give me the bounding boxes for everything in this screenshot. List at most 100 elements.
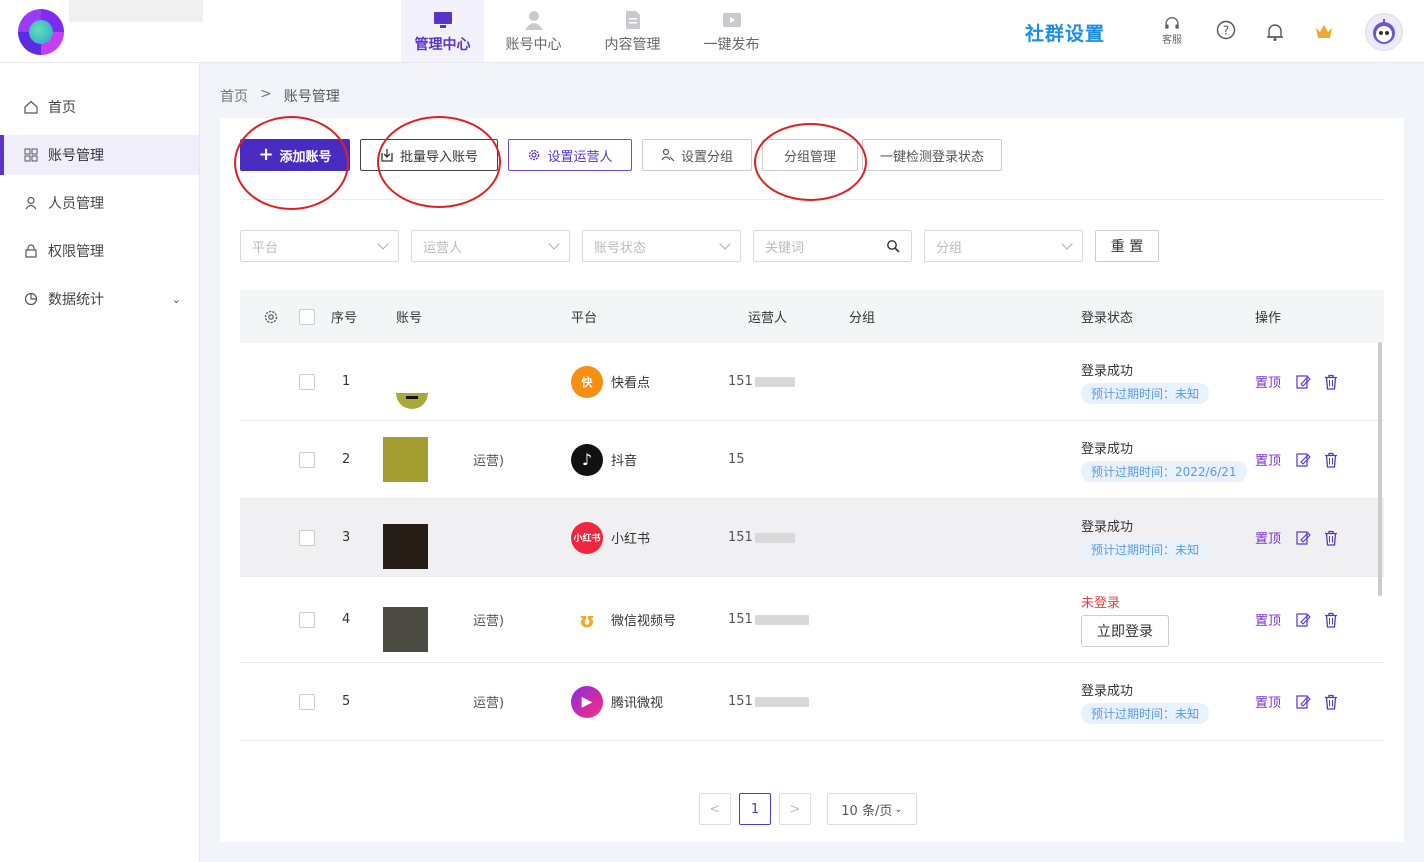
- header-login-status: 登录状态: [1081, 311, 1134, 326]
- row-checkbox[interactable]: [299, 529, 315, 546]
- bulk-import-button[interactable]: 批量导入账号: [360, 139, 498, 171]
- row-checkbox[interactable]: [299, 373, 315, 390]
- delete-icon[interactable]: [1323, 694, 1339, 710]
- login-now-button[interactable]: 立即登录: [1081, 615, 1169, 647]
- sidebar-item-home[interactable]: 首页: [0, 87, 199, 127]
- accounts-table: 序号 账号 平台 运营人 分组 登录状态 操作 1 快 快看点 151 登录成功: [240, 290, 1384, 741]
- operator-value: 151: [728, 612, 753, 627]
- row-index: 2: [342, 452, 351, 467]
- delete-icon[interactable]: [1323, 530, 1339, 546]
- operator-value: 15: [728, 452, 745, 467]
- help-button[interactable]: ?: [1214, 20, 1238, 50]
- header-actions: 操作: [1255, 311, 1282, 326]
- breadcrumb-home[interactable]: 首页: [220, 86, 248, 106]
- operator-cell: 151: [728, 663, 809, 740]
- table-row: 3 小红书 小红书 151 登录成功 预计过期时间：未知 置顶: [240, 499, 1384, 577]
- table-row: 1 快 快看点 151 登录成功 预计过期时间：未知 置顶: [240, 343, 1384, 421]
- account-status-placeholder: 账号状态: [594, 240, 647, 256]
- expire-badge: 预计过期时间：未知: [1081, 702, 1210, 724]
- sidebar-item-staff-management[interactable]: 人员管理: [0, 183, 199, 223]
- search-icon[interactable]: [886, 239, 900, 253]
- page-size-select[interactable]: 10 条/页 ⌄: [827, 793, 917, 825]
- sidebar-item-label: 首页: [48, 100, 76, 116]
- xiaohongshu-icon: 小红书: [571, 521, 603, 554]
- account-status-select[interactable]: 账号状态: [582, 230, 741, 262]
- operator-cell: 151: [728, 343, 795, 420]
- operator-select[interactable]: 运营人: [411, 230, 570, 262]
- table-scrollbar[interactable]: [1378, 342, 1382, 596]
- customer-service[interactable]: 客服: [1160, 16, 1184, 46]
- row-index: 3: [342, 530, 351, 545]
- nav-account-center[interactable]: 账号中心: [484, 0, 583, 62]
- video-icon: [722, 13, 741, 27]
- row-checkbox[interactable]: [299, 451, 315, 468]
- operator-cell: 151: [728, 577, 809, 662]
- plus-icon: +: [258, 144, 274, 165]
- delete-icon[interactable]: [1323, 374, 1339, 390]
- row-checkbox[interactable]: [299, 611, 315, 628]
- import-icon: [381, 149, 393, 162]
- pin-top-link[interactable]: 置顶: [1255, 528, 1281, 547]
- account-avatar: [383, 437, 428, 482]
- pin-top-link[interactable]: 置顶: [1255, 450, 1281, 469]
- nav-one-click-publish[interactable]: 一键发布: [682, 0, 781, 62]
- account-avatar: [396, 392, 428, 409]
- nav-label: 管理中心: [414, 37, 471, 53]
- pin-top-link[interactable]: 置顶: [1255, 372, 1281, 391]
- check-login-status-button[interactable]: 一键检测登录状态: [862, 139, 1002, 171]
- next-page-button[interactable]: >: [779, 793, 811, 825]
- set-group-button[interactable]: 设置分组: [642, 139, 752, 171]
- reset-button[interactable]: 重 置: [1095, 230, 1159, 262]
- douyin-icon: ♪: [571, 443, 603, 476]
- filter-bar: 平台 运营人 账号状态 关键词 分组 重 置: [240, 230, 1159, 262]
- row-index: 5: [342, 694, 351, 709]
- delete-icon[interactable]: [1323, 612, 1339, 628]
- edit-icon[interactable]: [1295, 452, 1311, 468]
- edit-icon[interactable]: [1295, 612, 1311, 628]
- chart-icon: [24, 292, 38, 306]
- table-row: 5 运营) ▶ 腾讯微视 151 登录成功 预计过期时间：未知 置顶: [240, 663, 1384, 741]
- edit-icon[interactable]: [1295, 530, 1311, 546]
- sidebar-item-data-statistics[interactable]: 数据统计 ⌄: [0, 279, 199, 319]
- sidebar-item-permission-management[interactable]: 权限管理: [0, 231, 199, 271]
- group-manage-button[interactable]: 分组管理: [762, 139, 858, 171]
- notifications-button[interactable]: [1263, 22, 1287, 52]
- row-checkbox[interactable]: [299, 693, 315, 710]
- platform-placeholder: 平台: [252, 240, 279, 256]
- login-status: 登录成功: [1081, 363, 1134, 379]
- table-row: 2 运营) ♪ 抖音 15 登录成功 预计过期时间：2022/6/21 置顶: [240, 421, 1384, 499]
- delete-icon[interactable]: [1323, 452, 1339, 468]
- prev-page-button[interactable]: <: [699, 793, 731, 825]
- nav-management-center[interactable]: 管理中心: [401, 0, 484, 62]
- set-operator-button[interactable]: 设置运营人: [508, 139, 632, 171]
- platform-select[interactable]: 平台: [240, 230, 399, 262]
- edit-icon[interactable]: [1295, 694, 1311, 710]
- header-account: 账号: [396, 311, 423, 326]
- community-settings-link[interactable]: 社群设置: [1025, 19, 1105, 46]
- pin-top-link[interactable]: 置顶: [1255, 692, 1281, 711]
- add-account-button[interactable]: + 添加账号: [240, 139, 350, 171]
- account-cell: [383, 499, 428, 576]
- person-icon: [25, 196, 37, 210]
- edit-icon[interactable]: [1295, 374, 1311, 390]
- chevron-down-icon[interactable]: ⌄: [172, 293, 181, 306]
- sidebar-item-label: 账号管理: [48, 148, 104, 164]
- select-all-checkbox[interactable]: [299, 308, 315, 325]
- sidebar-item-account-management[interactable]: 账号管理: [0, 135, 199, 175]
- svg-text:?: ?: [1223, 24, 1229, 38]
- vip-button[interactable]: [1312, 22, 1336, 52]
- pin-top-link[interactable]: 置顶: [1255, 610, 1281, 629]
- user-avatar[interactable]: [1365, 13, 1403, 51]
- keyword-input[interactable]: 关键词: [753, 230, 912, 262]
- check-login-label: 一键检测登录状态: [879, 149, 984, 165]
- lock-icon: [25, 244, 37, 258]
- account-suffix: 运营): [473, 614, 505, 629]
- nav-content-management[interactable]: 内容管理: [583, 0, 682, 62]
- set-group-label: 设置分组: [680, 149, 733, 165]
- page-size-value: 10 条/页: [841, 803, 893, 819]
- column-settings-icon[interactable]: [263, 309, 279, 325]
- page-number-button[interactable]: 1: [739, 793, 771, 825]
- app-logo[interactable]: [18, 9, 64, 55]
- keyword-placeholder: 关键词: [765, 240, 805, 256]
- group-select[interactable]: 分组: [924, 230, 1083, 262]
